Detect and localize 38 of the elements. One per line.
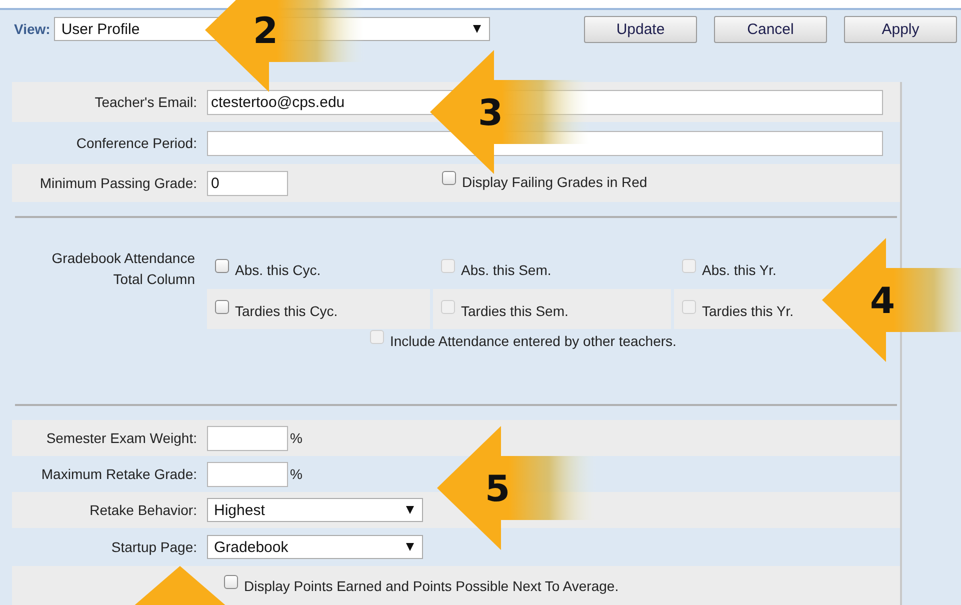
caret-icon xyxy=(406,506,414,514)
field-label: Conference Period: xyxy=(75,135,198,151)
checkbox-label: Display Failing Grades in Red xyxy=(462,174,648,190)
field-label: Gradebook Attendance Total Column xyxy=(50,249,196,289)
field-label: Retake Behavior: xyxy=(88,502,198,518)
checkbox-label: Display Points Earned and Points Possible Next To Average. xyxy=(244,578,619,594)
toolbar-button[interactable]: Update xyxy=(584,16,697,42)
callout-number: 4 xyxy=(870,281,896,322)
checkbox[interactable] xyxy=(224,575,238,589)
callout-number: 5 xyxy=(485,469,510,510)
toolbar-button[interactable]: Cancel xyxy=(714,16,827,42)
field-label: Startup Page: xyxy=(110,539,198,555)
checkbox-label: Abs. this Sem. xyxy=(461,262,552,278)
field-label: Semester Exam Weight: xyxy=(45,430,198,446)
field-label: Teacher's Email: xyxy=(94,94,198,110)
toolbar-button[interactable]: Apply xyxy=(844,16,957,42)
checkbox-label: Tardies this Yr. xyxy=(702,303,794,319)
field-label: Minimum Passing Grade: xyxy=(38,175,198,191)
unit-label: % xyxy=(290,430,302,446)
checkbox-label: Abs. this Cyc. xyxy=(235,262,321,278)
input-field[interactable]: 0 xyxy=(207,170,288,196)
input-field[interactable] xyxy=(207,462,288,486)
caret-icon xyxy=(473,25,482,33)
checkbox-label: Abs. this Yr. xyxy=(702,262,776,278)
unit-label: % xyxy=(290,466,302,482)
dropdown[interactable]: Gradebook xyxy=(207,535,423,559)
checkbox[interactable] xyxy=(215,259,229,273)
dropdown[interactable]: Highest xyxy=(207,498,423,522)
checkbox[interactable] xyxy=(215,300,229,314)
input-field[interactable] xyxy=(207,426,288,450)
checkbox[interactable] xyxy=(442,171,456,185)
callout-number: 3 xyxy=(478,93,504,134)
checkbox-label: Tardies this Sem. xyxy=(461,303,568,319)
checkbox-label: Include Attendance entered by other teachers. xyxy=(390,333,676,349)
field-label: Maximum Retake Grade: xyxy=(40,466,198,482)
caret-icon xyxy=(406,543,414,551)
view-label: View: xyxy=(14,21,50,37)
checkbox-label: Tardies this Cyc. xyxy=(235,303,338,319)
